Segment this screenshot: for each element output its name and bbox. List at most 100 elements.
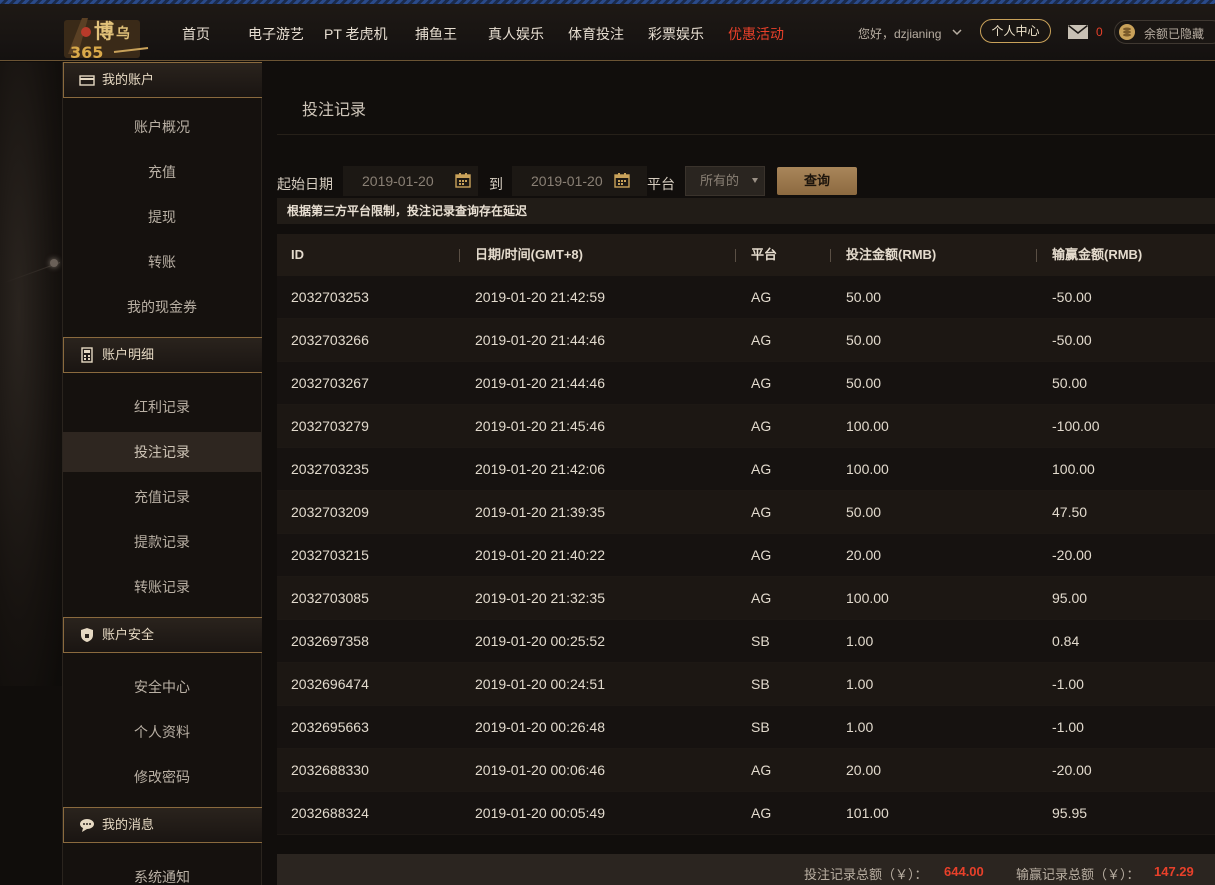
chevron-down-icon[interactable] <box>952 27 962 37</box>
cell-bet-amount: 20.00 <box>846 762 882 778</box>
win-total-label: 输赢记录总额（￥）： <box>1016 867 1140 882</box>
query-button[interactable]: 查询 <box>777 167 857 195</box>
cell-id: 2032703215 <box>291 547 369 563</box>
cell-datetime: 2019-01-20 21:32:35 <box>475 590 605 606</box>
balance-hidden-text[interactable]: 余额已隐藏 <box>1144 25 1204 42</box>
sidebar-item-cash-coupons[interactable]: 我的现金券 <box>63 287 261 327</box>
sidebar-section-title: 账户安全 <box>102 627 155 642</box>
bet-records-table: ID 日期/时间(GMT+8) 平台 投注金额(RMB) 输赢金额(RMB) 2… <box>277 234 1215 835</box>
sidebar-item-profile[interactable]: 个人资料 <box>63 712 261 752</box>
column-header-datetime: 日期/时间(GMT+8) <box>475 247 583 262</box>
cell-id: 2032703209 <box>291 504 369 520</box>
shield-icon <box>81 628 93 642</box>
cell-bet-amount: 1.00 <box>846 719 874 735</box>
delay-notice: 根据第三方平台限制，投注记录查询存在延迟 <box>277 198 1215 224</box>
cell-win-loss: 50.00 <box>1052 375 1088 391</box>
sidebar-section-account-details[interactable]: 账户明细 <box>63 337 263 373</box>
sidebar-section-my-messages[interactable]: 我的消息 <box>63 807 263 843</box>
divider <box>277 134 1215 135</box>
sidebar-item-change-password[interactable]: 修改密码 <box>63 757 261 797</box>
table-row: 2032696474 2019-01-20 00:24:51 SB 1.00 -… <box>277 663 1215 706</box>
cell-platform: AG <box>751 590 772 606</box>
personal-center-button[interactable]: 个人中心 <box>980 19 1051 43</box>
sidebar-item-bet-records[interactable]: 投注记录 <box>63 432 261 472</box>
user-greeting[interactable]: 您好，dzjianing <box>858 25 941 42</box>
sidebar-item-account-overview[interactable]: 账户概况 <box>63 107 261 147</box>
sidebar-item-transfer[interactable]: 转账 <box>63 242 261 282</box>
nav-pt-slots[interactable]: PT 老虎机 <box>324 24 388 44</box>
nav-home[interactable]: 首页 <box>182 24 210 44</box>
sidebar-section-account-security[interactable]: 账户安全 <box>63 617 263 653</box>
cell-platform: AG <box>751 418 772 434</box>
cell-bet-amount: 50.00 <box>846 375 882 391</box>
cell-platform: AG <box>751 504 772 520</box>
cell-bet-amount: 100.00 <box>846 461 889 477</box>
cell-platform: AG <box>751 375 772 391</box>
table-row: 2032703279 2019-01-20 21:45:46 AG 100.00… <box>277 405 1215 448</box>
nav-lottery[interactable]: 彩票娱乐 <box>648 24 704 44</box>
column-header-win-loss: 输赢金额(RMB) <box>1052 247 1143 262</box>
cell-id: 2032703267 <box>291 375 369 391</box>
cell-datetime: 2019-01-20 21:42:06 <box>475 461 605 477</box>
cell-platform: AG <box>751 805 772 821</box>
sidebar-item-security-center[interactable]: 安全中心 <box>63 667 261 707</box>
date-range-to-label: 到 <box>489 176 503 192</box>
background-dark <box>0 686 62 885</box>
calendar-icon[interactable] <box>455 172 471 188</box>
cell-datetime: 2019-01-20 00:25:52 <box>475 633 605 649</box>
cell-datetime: 2019-01-20 21:44:46 <box>475 332 605 348</box>
cell-id: 2032695663 <box>291 719 369 735</box>
sidebar-item-deposit[interactable]: 充值 <box>63 152 261 192</box>
cell-platform: AG <box>751 289 772 305</box>
cell-id: 2032703253 <box>291 289 369 305</box>
cell-bet-amount: 20.00 <box>846 547 882 563</box>
page-title: 投注记录 <box>302 102 367 119</box>
svg-text:博: 博 <box>94 19 114 43</box>
sidebar-item-withdraw-records[interactable]: 提款记录 <box>63 522 261 562</box>
cell-datetime: 2019-01-20 00:26:48 <box>475 719 605 735</box>
nav-fishing[interactable]: 捕鱼王 <box>415 24 457 44</box>
cell-bet-amount: 50.00 <box>846 504 882 520</box>
platform-label: 平台 <box>647 176 675 192</box>
sidebar-item-system-notices[interactable]: 系统通知 <box>63 857 261 885</box>
nav-sports[interactable]: 体育投注 <box>568 24 624 44</box>
svg-text:365: 365 <box>70 43 103 62</box>
sidebar-item-deposit-records[interactable]: 充值记录 <box>63 477 261 517</box>
cell-id: 2032688324 <box>291 805 369 821</box>
mail-icon[interactable] <box>1068 25 1088 39</box>
table-row: 2032695663 2019-01-20 00:26:48 SB 1.00 -… <box>277 706 1215 749</box>
cell-id: 2032696474 <box>291 676 369 692</box>
cell-win-loss: -50.00 <box>1052 289 1092 305</box>
table-row: 2032703253 2019-01-20 21:42:59 AG 50.00 … <box>277 276 1215 319</box>
calendar-icon[interactable] <box>614 172 630 188</box>
dropdown-arrow-icon[interactable] <box>752 178 758 183</box>
cell-datetime: 2019-01-20 00:06:46 <box>475 762 605 778</box>
cell-platform: AG <box>751 332 772 348</box>
table-row: 2032703266 2019-01-20 21:44:46 AG 50.00 … <box>277 319 1215 362</box>
mail-count-badge[interactable]: 0 <box>1096 25 1103 39</box>
cell-id: 2032703235 <box>291 461 369 477</box>
nav-live-casino[interactable]: 真人娱乐 <box>488 24 544 44</box>
sidebar-item-bonus-records[interactable]: 红利记录 <box>63 387 261 427</box>
chat-icon <box>80 819 94 832</box>
nav-egames[interactable]: 电子游艺 <box>248 24 304 44</box>
site-logo[interactable]: 博 乌 365 <box>64 14 150 62</box>
cell-datetime: 2019-01-20 21:44:46 <box>475 375 605 391</box>
sidebar-item-withdraw[interactable]: 提现 <box>63 197 261 237</box>
cell-win-loss: -100.00 <box>1052 418 1100 434</box>
cell-win-loss: 0.84 <box>1052 633 1080 649</box>
cell-platform: AG <box>751 461 772 477</box>
svg-text:乌: 乌 <box>116 25 130 42</box>
cell-win-loss: -20.00 <box>1052 547 1092 563</box>
cell-win-loss: 47.50 <box>1052 504 1088 520</box>
cell-win-loss: -1.00 <box>1052 676 1084 692</box>
cell-datetime: 2019-01-20 00:05:49 <box>475 805 605 821</box>
start-date-label: 起始日期 <box>277 176 333 192</box>
sidebar-item-transfer-records[interactable]: 转账记录 <box>63 567 261 607</box>
wallet-icon <box>79 75 95 86</box>
nav-promotions[interactable]: 优惠活动 <box>728 24 784 44</box>
cell-bet-amount: 100.00 <box>846 418 889 434</box>
sidebar-section-my-account[interactable]: 我的账户 <box>63 62 263 98</box>
cell-bet-amount: 101.00 <box>846 805 889 821</box>
column-header-id: ID <box>291 247 304 262</box>
